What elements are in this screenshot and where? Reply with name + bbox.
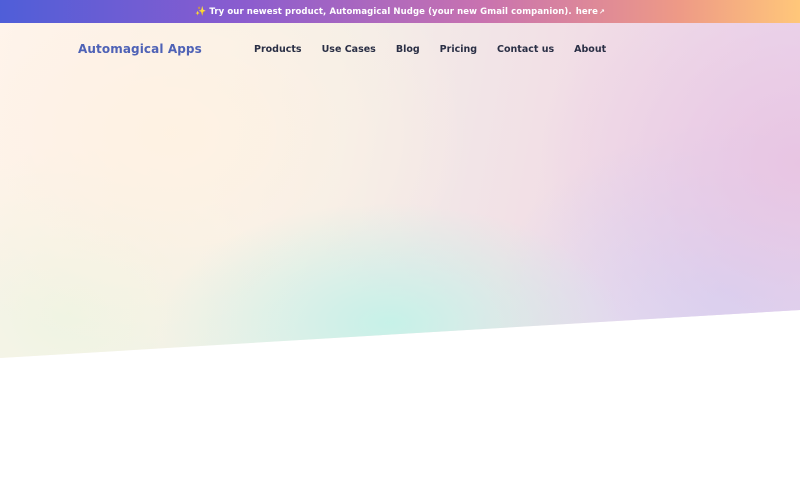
logo-link[interactable]: Automagical Apps: [78, 42, 202, 56]
announcement-link[interactable]: here↗: [576, 7, 605, 17]
nav-item-pricing[interactable]: Pricing: [440, 44, 477, 55]
main-navigation: Automagical Apps Products Use Cases Blog…: [0, 23, 800, 78]
nav-item-contact-us[interactable]: Contact us: [497, 44, 554, 55]
nav-item-blog[interactable]: Blog: [396, 44, 420, 55]
announcement-banner: ✨ Try our newest product, Automagical Nu…: [0, 0, 800, 23]
nav-menu: Products Use Cases Blog Pricing Contact …: [254, 44, 606, 55]
nav-item-about[interactable]: About: [574, 44, 606, 55]
nav-item-products[interactable]: Products: [254, 44, 302, 55]
sparkles-icon: ✨: [195, 6, 207, 17]
nav-item-use-cases[interactable]: Use Cases: [322, 44, 376, 55]
external-link-icon: ↗: [598, 7, 605, 16]
announcement-link-label: here: [575, 6, 598, 17]
announcement-text: Try our newest product, Automagical Nudg…: [209, 6, 572, 17]
